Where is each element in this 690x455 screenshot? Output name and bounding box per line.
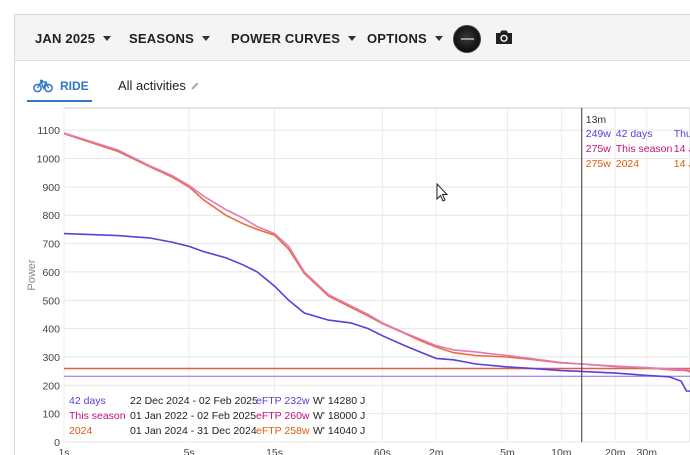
- y-tick-label: 800: [42, 210, 60, 222]
- legend-wprime: W' 14280 J: [313, 395, 365, 407]
- y-tick-label: 500: [42, 295, 60, 307]
- cursor-series-name: This season: [616, 143, 673, 155]
- cursor-date: Thu 09 Jan: [674, 128, 690, 140]
- legend-eftp: eFTP 232w: [256, 395, 310, 407]
- cursor-series-name: 42 days: [616, 128, 653, 140]
- x-tick-label: 5m: [500, 447, 515, 455]
- legend-wprime: W' 18000 J: [313, 410, 365, 422]
- cursor-series-name: 2024: [616, 158, 640, 170]
- y-tick-label: 1000: [37, 154, 61, 166]
- power-curve-chart[interactable]: 010020030040050060070080090010001100 1s 5…: [0, 0, 690, 455]
- y-tick-label: 400: [42, 324, 60, 336]
- y-axis-label: Power: [26, 259, 38, 291]
- legend-series-name: This season: [69, 410, 126, 422]
- y-tick-label: 900: [42, 182, 60, 194]
- cursor-date: 14 Jun 2024: [674, 143, 690, 155]
- y-tick-label: 100: [42, 409, 60, 421]
- cursor-date: 14 Jun 2024: [674, 158, 690, 170]
- x-tick-label: 60s: [374, 447, 391, 455]
- x-tick-label: 5s: [184, 447, 195, 455]
- cursor-watts: 275w: [586, 143, 612, 155]
- cursor-watts: 249w: [586, 128, 612, 140]
- legend-series-name: 2024: [69, 425, 93, 437]
- legend-wprime: W' 14040 J: [313, 425, 365, 437]
- legend-series-name: 42 days: [69, 395, 106, 407]
- legend-date-range: 22 Dec 2024 - 02 Feb 2025: [130, 395, 258, 407]
- legend-date-range: 01 Jan 2022 - 02 Feb 2025: [130, 410, 256, 422]
- x-tick-label: 1s: [58, 447, 69, 455]
- cursor-watts: 275w: [586, 158, 612, 170]
- x-tick-label: 20m: [605, 447, 626, 455]
- cursor-label: 13m: [586, 114, 607, 126]
- legend-eftp: eFTP 260w: [256, 410, 310, 422]
- legend-eftp: eFTP 258w: [256, 425, 310, 437]
- y-tick-label: 700: [42, 239, 60, 251]
- x-tick-label: 30m: [637, 447, 658, 455]
- x-tick-label: 10m: [551, 447, 572, 455]
- y-tick-label: 200: [42, 380, 60, 392]
- legend-date-range: 01 Jan 2024 - 31 Dec 2024: [130, 425, 257, 437]
- y-tick-label: 300: [42, 352, 60, 364]
- y-tick-label: 600: [42, 267, 60, 279]
- y-tick-label: 1100: [37, 125, 60, 137]
- x-tick-label: 2m: [429, 447, 444, 455]
- x-tick-label: 15s: [266, 447, 283, 455]
